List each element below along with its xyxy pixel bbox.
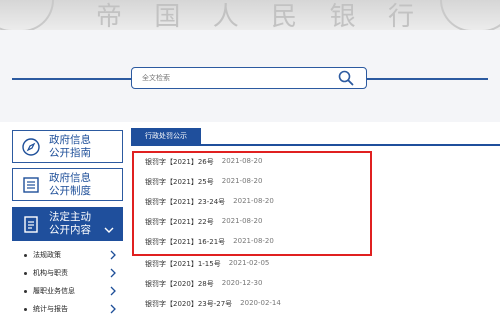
item-title: 银罚字【2021】25号 xyxy=(145,178,214,186)
list-item[interactable]: 银罚字【2021】23-24号 2021-08-20 xyxy=(145,197,274,209)
label-line: 法定主动 xyxy=(49,211,91,223)
item-title: 银罚字【2021】22号 xyxy=(145,218,214,226)
list-item[interactable]: 银罚字【2021】16-21号 2021-08-20 xyxy=(145,237,274,249)
sidebar-item-label: 政府信息 公开指南 xyxy=(49,134,91,160)
sidebar-item-disclosure-system[interactable]: 政府信息 公开制度 xyxy=(12,168,123,201)
subitem-label: 机构与职责 xyxy=(33,269,68,277)
item-date: 2021-08-20 xyxy=(233,197,274,205)
chevron-right-icon xyxy=(110,268,116,280)
sidebar-item-label: 法定主动 公开内容 xyxy=(49,211,91,237)
item-date: 2021-02-05 xyxy=(228,259,270,267)
label-line: 公开内容 xyxy=(49,224,91,236)
list-item[interactable]: 银罚字【2020】28号 2020-12-30 xyxy=(145,279,262,291)
search-icon[interactable] xyxy=(338,70,354,90)
chevron-right-icon xyxy=(110,286,116,298)
divider-line xyxy=(12,78,131,80)
list-item[interactable]: 银罚字【2021】1-15号 2021-02-05 xyxy=(145,259,269,271)
banner-ornament xyxy=(440,0,500,30)
bullet-icon xyxy=(24,253,27,257)
list-item[interactable]: 银罚字【2021】22号 2021-08-20 xyxy=(145,217,262,229)
document-list-icon xyxy=(13,175,49,195)
subitem-label: 法规政策 xyxy=(33,251,61,259)
item-title: 银罚字【2020】28号 xyxy=(145,280,214,288)
item-title: 银罚字【2021】16-21号 xyxy=(145,238,226,246)
subitem-label: 履职业务信息 xyxy=(33,287,75,295)
list-item[interactable]: 银罚字【2021】26号 2021-08-20 xyxy=(145,157,262,169)
tab-administrative-penalty[interactable]: 行政处罚公示 xyxy=(131,128,201,144)
sidebar-subitem-statistics[interactable]: 统计与报告 xyxy=(24,300,116,318)
sidebar-subitem-regulations[interactable]: 法规政策 xyxy=(24,246,116,264)
sidebar-subitem-duty-info[interactable]: 履职业务信息 xyxy=(24,282,116,300)
watermark-char: 民 xyxy=(271,2,300,30)
banner-watermark: 帝 国 人 民 银 行 xyxy=(96,0,416,30)
item-title: 银罚字【2021】23-24号 xyxy=(145,198,226,206)
list-item[interactable]: 银罚字【2020】23号-27号 2020-02-14 xyxy=(145,299,281,311)
watermark-char: 人 xyxy=(212,2,241,30)
sidebar-item-label: 政府信息 公开制度 xyxy=(49,172,91,198)
search-input[interactable] xyxy=(142,71,322,85)
item-date: 2021-08-20 xyxy=(233,237,274,245)
label-line: 政府信息 xyxy=(49,133,91,146)
search-box xyxy=(131,67,367,89)
sidebar-item-statutory-content[interactable]: 法定主动 公开内容 xyxy=(12,207,123,241)
clipboard-icon xyxy=(13,214,49,234)
label-line: 政府信息 xyxy=(49,171,91,184)
bullet-icon xyxy=(24,289,27,293)
item-date: 2021-08-20 xyxy=(221,157,263,165)
item-title: 银罚字【2020】23号-27号 xyxy=(145,300,233,308)
banner-ornament xyxy=(0,0,54,30)
compass-icon xyxy=(13,137,49,157)
chevron-right-icon xyxy=(110,250,116,262)
label-line: 公开制度 xyxy=(49,184,91,197)
watermark-char: 行 xyxy=(387,2,416,30)
watermark-char: 银 xyxy=(329,2,358,30)
item-title: 银罚字【2021】26号 xyxy=(145,158,214,166)
sidebar-subitem-organization[interactable]: 机构与职责 xyxy=(24,264,116,282)
item-date: 2021-08-20 xyxy=(221,217,263,225)
list-item[interactable]: 银罚字【2021】25号 2021-08-20 xyxy=(145,177,262,189)
item-date: 2020-02-14 xyxy=(240,299,281,307)
chevron-down-icon xyxy=(104,219,114,238)
label-line: 公开指南 xyxy=(49,146,91,159)
tab-bar: 行政处罚公示 xyxy=(131,128,500,146)
bullet-icon xyxy=(24,271,27,275)
item-date: 2021-08-20 xyxy=(221,177,263,185)
sidebar-item-disclosure-guide[interactable]: 政府信息 公开指南 xyxy=(12,130,123,163)
item-date: 2020-12-30 xyxy=(221,279,263,287)
header-banner: 帝 国 人 民 银 行 xyxy=(0,0,500,30)
divider-line xyxy=(367,78,488,80)
watermark-char: 国 xyxy=(154,2,183,30)
watermark-char: 帝 xyxy=(96,2,125,30)
bullet-icon xyxy=(24,307,27,311)
item-title: 银罚字【2021】1-15号 xyxy=(145,260,221,268)
chevron-right-icon xyxy=(110,304,116,316)
